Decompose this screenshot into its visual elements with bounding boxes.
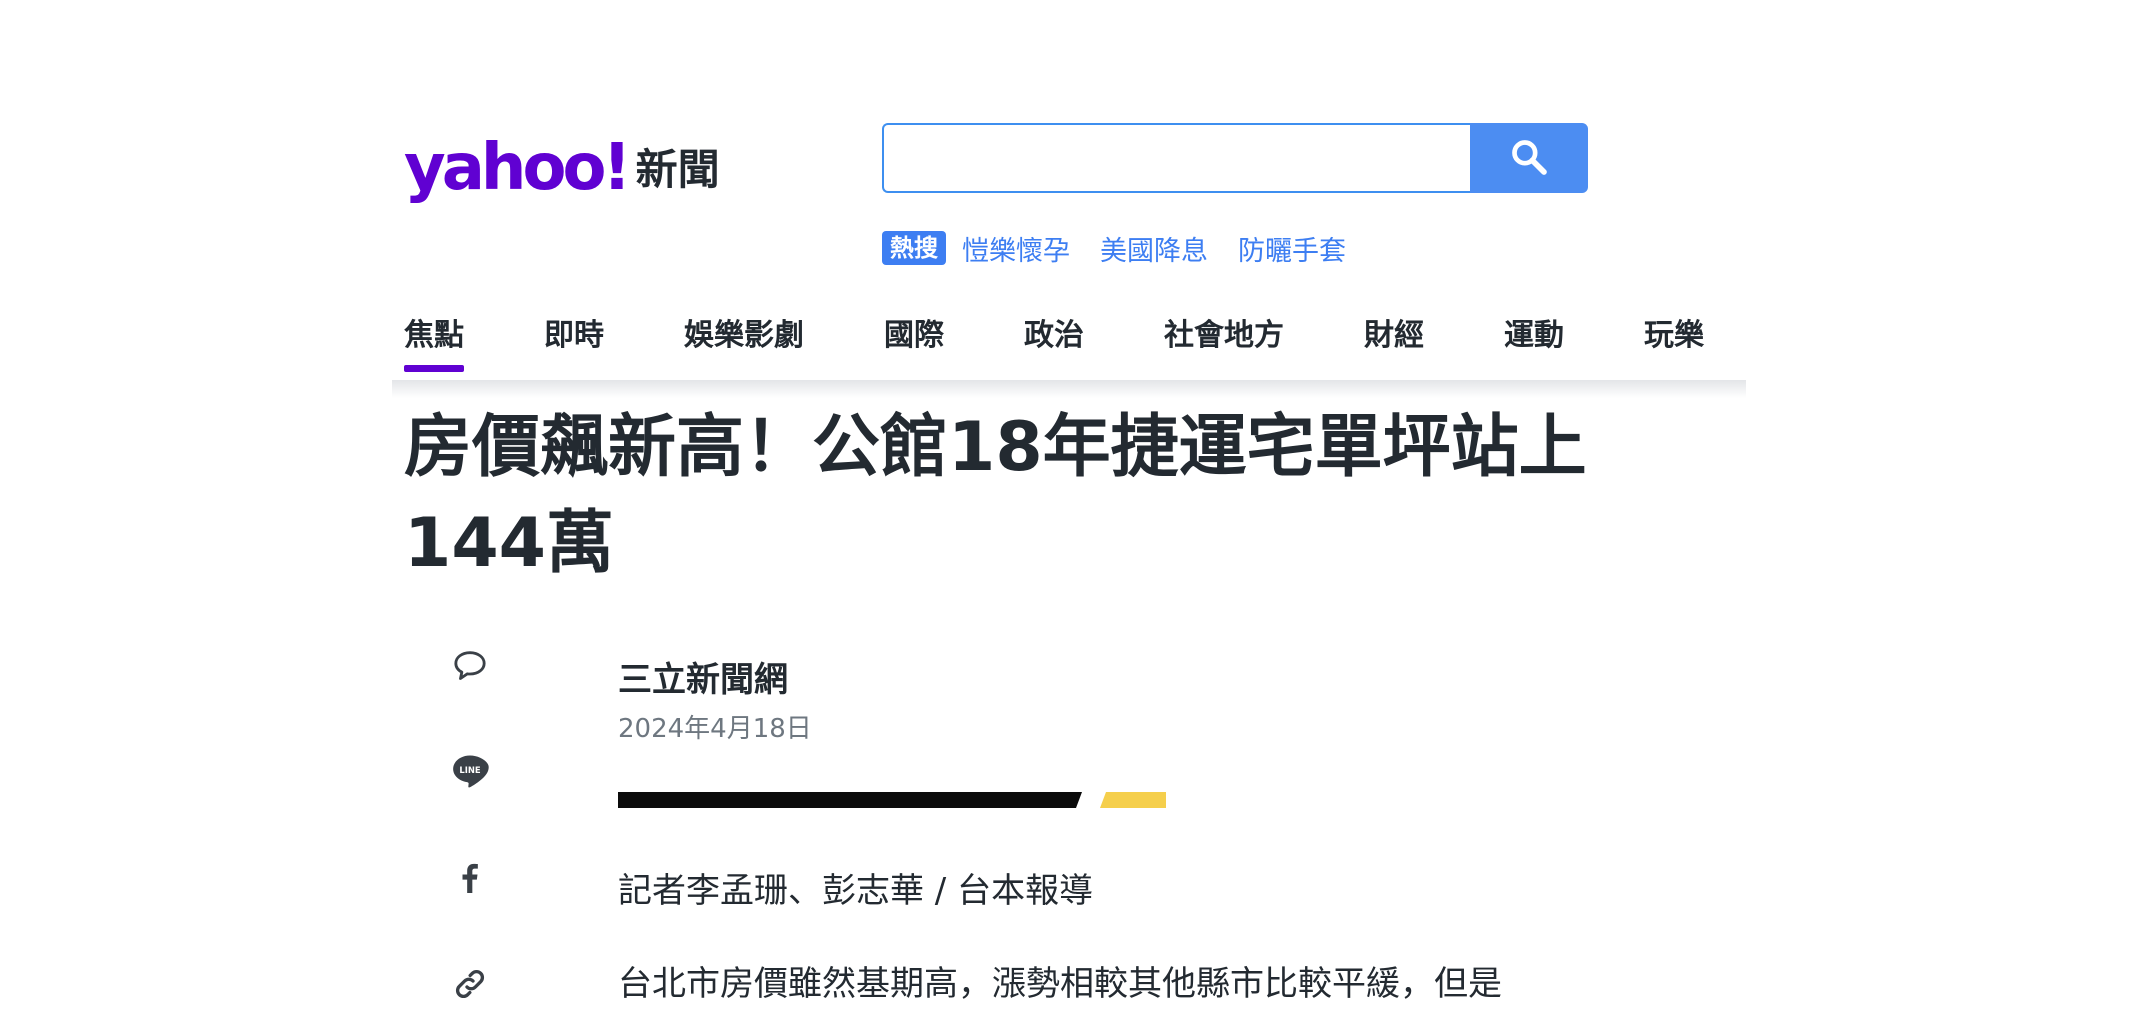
svg-text:LINE: LINE (459, 765, 481, 775)
trending-link[interactable]: 美國降息 (1100, 229, 1208, 268)
search-bar (882, 123, 1588, 193)
nav-tab-leisure[interactable]: 玩樂 (1644, 310, 1704, 370)
nav-tab-society[interactable]: 社會地方 (1164, 310, 1284, 370)
article-date: 2024年4月18日 (618, 714, 812, 744)
headline-line-1: 房價飆新高！公館18年捷運宅單坪站上 (404, 408, 1587, 487)
nav-tab-sports[interactable]: 運動 (1504, 310, 1564, 370)
comment-icon[interactable] (444, 640, 496, 692)
article-byline: 記者李孟珊、彭志華 / 台本報導 (618, 871, 1094, 911)
search-icon (1509, 137, 1549, 180)
logo-section-label: 新聞 (635, 145, 720, 194)
nav-tab-entertainment[interactable]: 娛樂影劇 (684, 310, 804, 370)
category-nav: 焦點 即時 娛樂影劇 國際 政治 社會地方 財經 運動 玩樂 (404, 310, 1704, 372)
search-button[interactable] (1470, 123, 1588, 193)
nav-tab-latest[interactable]: 即時 (544, 310, 604, 370)
trending-link[interactable]: 防曬手套 (1238, 229, 1346, 268)
source-brand-bar (618, 792, 1166, 808)
trending-badge: 熱搜 (882, 231, 946, 265)
article-source[interactable]: 三立新聞網 (618, 652, 788, 701)
nav-divider-shadow (392, 380, 1746, 398)
yahoo-news-logo[interactable]: yahoo! 新聞 (404, 128, 720, 200)
link-icon[interactable] (444, 958, 496, 1010)
article-headline: 房價飆新高！公館18年捷運宅單坪站上 144萬 (404, 400, 1644, 592)
trending-searches: 熱搜 愷樂懷孕 美國降息 防曬手套 (882, 229, 1376, 267)
nav-tab-finance[interactable]: 財經 (1364, 310, 1424, 370)
trending-link[interactable]: 愷樂懷孕 (962, 229, 1070, 268)
headline-line-2: 144萬 (404, 504, 614, 583)
search-input[interactable] (882, 123, 1470, 193)
article-body-paragraph: 台北市房價雖然基期高，漲勢相較其他縣市比較平緩，但是 (618, 964, 1502, 1004)
line-icon[interactable]: LINE (444, 746, 496, 798)
logo-brand: yahoo! (404, 131, 632, 205)
nav-tab-politics[interactable]: 政治 (1024, 310, 1084, 370)
nav-tab-focus[interactable]: 焦點 (404, 310, 464, 372)
nav-tab-international[interactable]: 國際 (884, 310, 944, 370)
facebook-icon[interactable] (444, 852, 496, 904)
